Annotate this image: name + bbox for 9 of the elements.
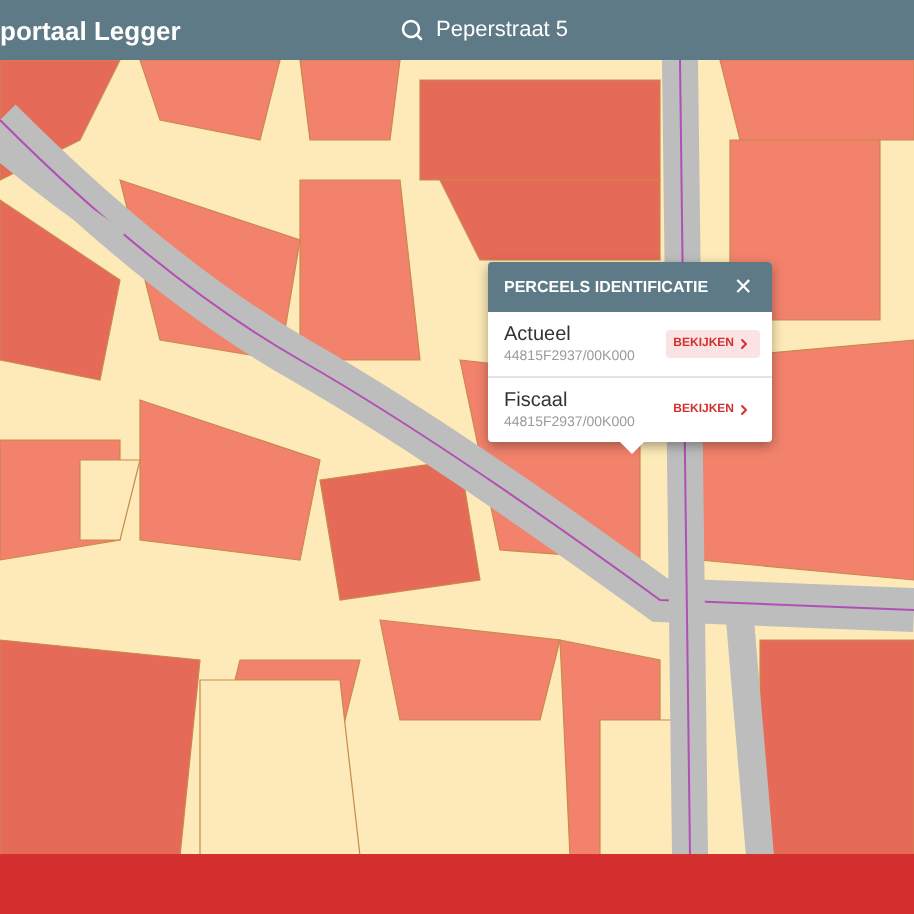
- parcel-type-label: Fiscaal: [504, 390, 570, 412]
- search-icon: [400, 18, 424, 42]
- parcel-type-label: Actueel: [504, 324, 573, 346]
- search-field[interactable]: Peperstraat 5: [436, 18, 676, 42]
- app-title: portaal Legger: [0, 15, 181, 45]
- close-button[interactable]: ×: [730, 272, 756, 302]
- chevron-icon: [736, 402, 752, 418]
- chevron-icon: [736, 336, 752, 352]
- popup-title: PERCEELS IDENTIFICATIE: [504, 278, 709, 296]
